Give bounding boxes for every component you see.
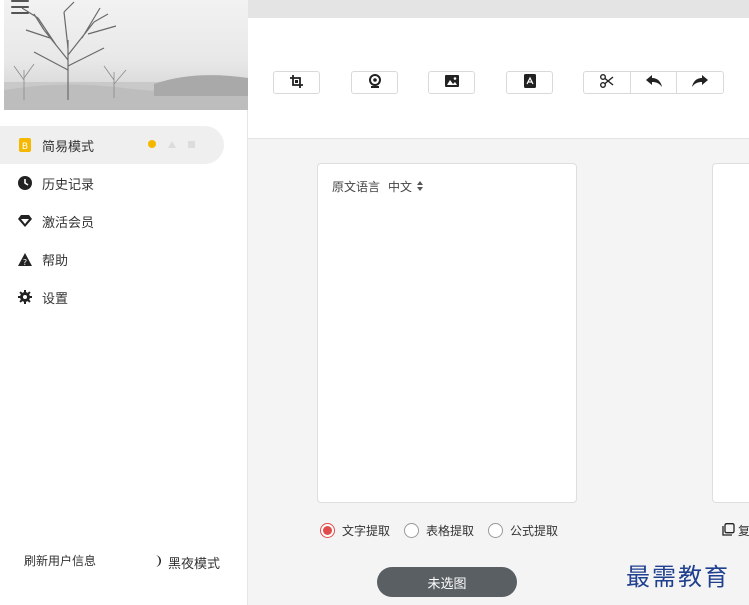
sidebar-item-label: 激活会员 [42,215,95,231]
radio-circle-checked [320,523,335,538]
title-bar [248,0,749,18]
select-image-button[interactable]: 未选图 [377,567,517,597]
image-button[interactable] [428,71,475,94]
redo-button[interactable] [677,72,723,93]
square-dot[interactable] [188,140,195,148]
radio-label: 公式提取 [510,524,559,538]
triangle-dot[interactable] [168,140,176,148]
cut-icon [599,74,614,91]
sidebar-item-simple-mode[interactable]: B 简易模式 [0,126,224,164]
cut-button[interactable] [584,72,631,93]
copy-icon [722,522,735,539]
sidebar-item-settings[interactable]: 设置 [0,278,248,316]
source-language-value: 中文 [388,180,413,194]
night-mode-toggle[interactable]: 黑夜模式 [152,553,220,572]
edit-button-group [583,71,724,94]
toolbar [248,18,749,139]
radio-circle [488,523,504,538]
sidebar-item-label: 帮助 [42,253,69,269]
clock-icon [18,176,32,190]
source-text-panel[interactable]: 原文语言 中文 [317,163,577,503]
copy-label: 复 [738,524,749,538]
b-badge-icon: B [18,138,32,152]
source-language-select[interactable]: 中文 [388,178,424,195]
radio-formula-extract[interactable]: 公式提取 [488,522,558,539]
source-language-label: 原文语言 [332,180,381,194]
pdf-icon [523,74,536,91]
undo-icon [645,75,662,90]
crop-button[interactable] [273,71,320,94]
refresh-user-info-link[interactable]: 刷新用户信息 [24,552,96,569]
radio-circle [404,523,420,538]
camera-icon [368,74,381,91]
undo-button[interactable] [631,72,678,93]
sidebar-item-activate-member[interactable]: 激活会员 [0,202,248,240]
theme-dots [148,140,195,148]
svg-text:?: ? [23,258,27,266]
yellow-dot[interactable] [148,140,156,148]
diamond-icon [18,214,32,228]
sidebar-item-label: 历史记录 [42,177,95,193]
sidebar-item-label: 简易模式 [42,139,95,155]
radio-label: 文字提取 [342,524,391,538]
sidebar-item-label: 设置 [42,291,69,307]
pdf-button[interactable] [506,71,553,94]
extract-mode-group: 文字提取 表格提取 公式提取 [320,522,558,539]
redo-icon [692,75,709,90]
radio-text-extract[interactable]: 文字提取 [320,522,390,539]
watermark-text: 最需教育 [626,563,730,591]
night-mode-label: 黑夜模式 [168,557,221,572]
sidebar-item-help[interactable]: ? 帮助 [0,240,248,278]
banner-image [4,0,248,110]
crop-icon [290,74,303,91]
camera-button[interactable] [351,71,398,94]
source-language-row: 原文语言 中文 [332,178,424,195]
result-text-panel[interactable] [712,163,749,503]
sidebar-item-history[interactable]: 历史记录 [0,164,248,202]
sidebar: B 简易模式 历史记录 激活会员 ? 帮助 设置 刷新用户信息 黑夜模式 [0,0,248,605]
svg-text:B: B [22,142,28,152]
radio-label: 表格提取 [426,524,475,538]
moon-icon [152,554,162,571]
copy-button[interactable]: 复 [722,522,749,539]
image-icon [444,75,459,90]
radio-table-extract[interactable]: 表格提取 [404,522,474,539]
menu-icon[interactable] [11,0,29,16]
sidebar-nav: B 简易模式 历史记录 激活会员 ? 帮助 设置 [0,126,248,316]
help-triangle-icon: ? [18,252,32,266]
sort-arrows-icon [417,180,424,194]
gear-icon [18,290,32,304]
